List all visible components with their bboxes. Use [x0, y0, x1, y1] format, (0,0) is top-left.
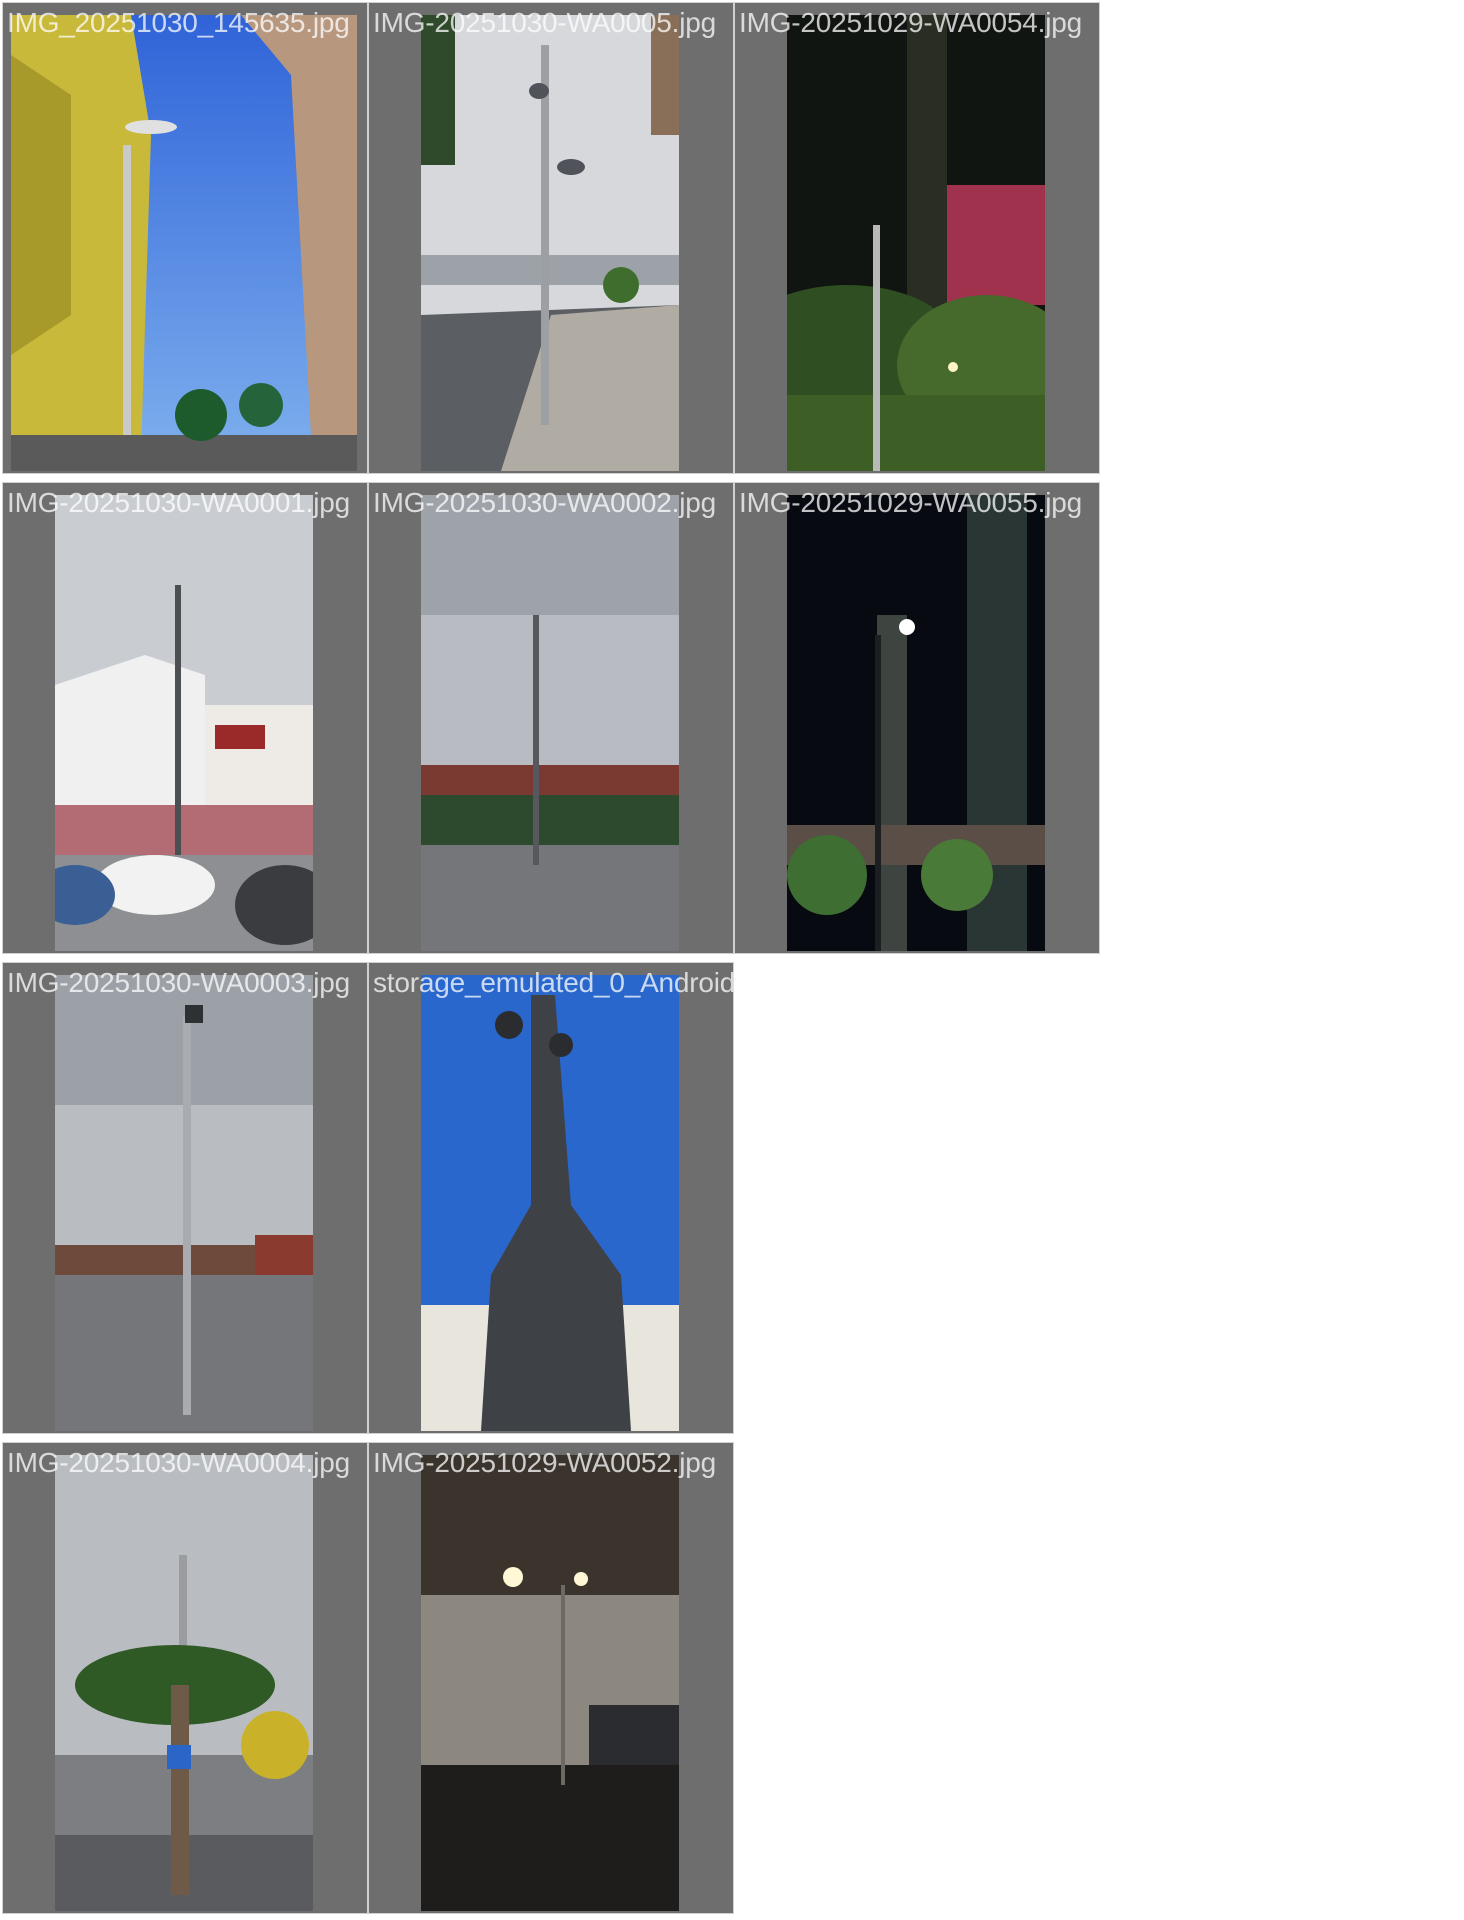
gallery-tile[interactable]: IMG-20251029-WA0052.jpg [368, 1442, 734, 1914]
image-gallery-grid: IMG_20251030_145635.jpg IMG-20251030-WA0… [0, 0, 1464, 1920]
gallery-tile[interactable]: IMG-20251030-WA0004.jpg [2, 1442, 368, 1914]
gallery-tile[interactable]: IMG-20251029-WA0054.jpg [734, 2, 1100, 474]
gallery-tile[interactable]: IMG-20251030-WA0005.jpg [368, 2, 734, 474]
photo-thumbnail [55, 495, 313, 951]
gallery-tile[interactable]: storage_emulated_0_Android_media_com.wh [368, 962, 937, 1434]
photo-thumbnail [421, 1455, 679, 1911]
gallery-tile[interactable]: IMG-20251030-WA0002.jpg [368, 482, 734, 954]
photo-thumbnail [55, 1455, 313, 1911]
photo-thumbnail [787, 495, 1045, 951]
gallery-tile[interactable]: IMG_20251030_145635.jpg [2, 2, 368, 474]
gallery-tile[interactable]: IMG-20251030-WA0003.jpg [2, 962, 368, 1434]
photo-thumbnail [11, 15, 357, 471]
photo-thumbnail [421, 15, 679, 471]
photo-thumbnail [421, 975, 679, 1431]
gallery-tile[interactable]: IMG-20251030-WA0001.jpg [2, 482, 368, 954]
photo-thumbnail [55, 975, 313, 1431]
photo-thumbnail [421, 495, 679, 951]
photo-thumbnail [787, 15, 1045, 471]
gallery-tile[interactable]: IMG-20251029-WA0055.jpg [734, 482, 1100, 954]
